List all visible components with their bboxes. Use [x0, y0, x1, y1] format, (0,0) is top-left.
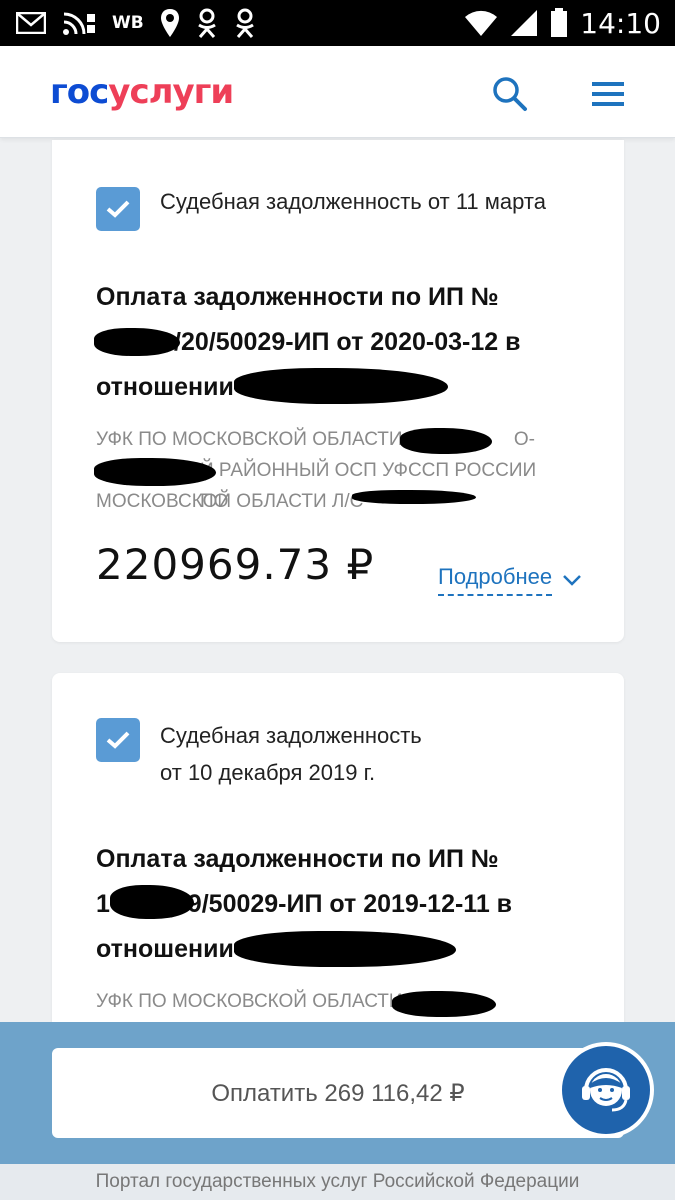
status-bar: WB 14:10 [0, 0, 675, 46]
footer: Портал государственных услуг Российской … [0, 1164, 675, 1200]
location-icon [160, 8, 180, 38]
checkmark-icon [106, 731, 130, 749]
redaction [234, 368, 448, 404]
rss-icon [62, 10, 96, 36]
signal-icon [510, 9, 538, 37]
chevron-down-icon [563, 575, 581, 586]
support-button[interactable] [558, 1042, 654, 1138]
checkmark-icon [106, 200, 130, 218]
recipient-line1: УФК ПО МОСКОВСКОЙ ОБЛАСТИ [96, 991, 403, 1012]
debt-card: Судебная задолженность от 10 декабря 201… [52, 673, 624, 1033]
pay-bar: Оплатить 269 116,42 ₽ [0, 1022, 675, 1164]
debt-amount: 220969.73 ₽ [96, 540, 375, 589]
logo-part-uslugi: услуги [108, 72, 234, 112]
redaction [392, 991, 496, 1017]
redaction [94, 328, 180, 356]
app-header: госуслуги [0, 46, 675, 138]
payment-title-line1: Оплата задолженности по ИП № [96, 283, 499, 311]
details-link[interactable]: Подробнее [438, 564, 582, 596]
recipient-line1: УФК ПО МОСКОВСКОЙ ОБЛАСТИ (С О- [96, 429, 535, 450]
redaction [352, 490, 476, 504]
pay-button[interactable]: Оплатить 269 116,42 ₽ [52, 1048, 624, 1138]
wb-text: WB [112, 13, 144, 33]
debt-label-date: от 10 декабря 2019 г. [160, 760, 376, 785]
redaction [234, 931, 456, 967]
menu-icon[interactable] [588, 76, 628, 112]
debt-label: Судебная задолженность [160, 723, 422, 748]
redaction [94, 458, 216, 486]
search-icon[interactable] [490, 74, 530, 114]
odnoklassniki-icon [234, 8, 256, 38]
gosuslugi-logo[interactable]: госуслуги [50, 72, 234, 112]
support-operator-icon [582, 1068, 630, 1112]
debt-checkbox[interactable] [96, 187, 140, 231]
debt-card: Судебная задолженность от 11 марта Оплат… [52, 140, 624, 642]
odnoklassniki-icon [196, 8, 218, 38]
screen: WB 14:10 госуслуги Судебная задолженност… [0, 0, 675, 1200]
clock: 14:10 [580, 6, 661, 40]
debt-checkbox[interactable] [96, 718, 140, 762]
wifi-icon [464, 9, 498, 37]
debt-label: Судебная задолженность от 11 марта [160, 189, 546, 214]
mail-icon [16, 12, 46, 34]
logo-part-gos: гос [50, 72, 109, 112]
details-label: Подробнее [438, 564, 553, 596]
recipient-line3: МОСКОВСКОЙ ОБЛАСТИ Л/С [96, 491, 364, 512]
redaction [400, 428, 492, 454]
battery-icon [550, 8, 568, 38]
payment-title-line1: Оплата задолженности по ИП № [96, 845, 499, 873]
redaction [110, 885, 194, 919]
